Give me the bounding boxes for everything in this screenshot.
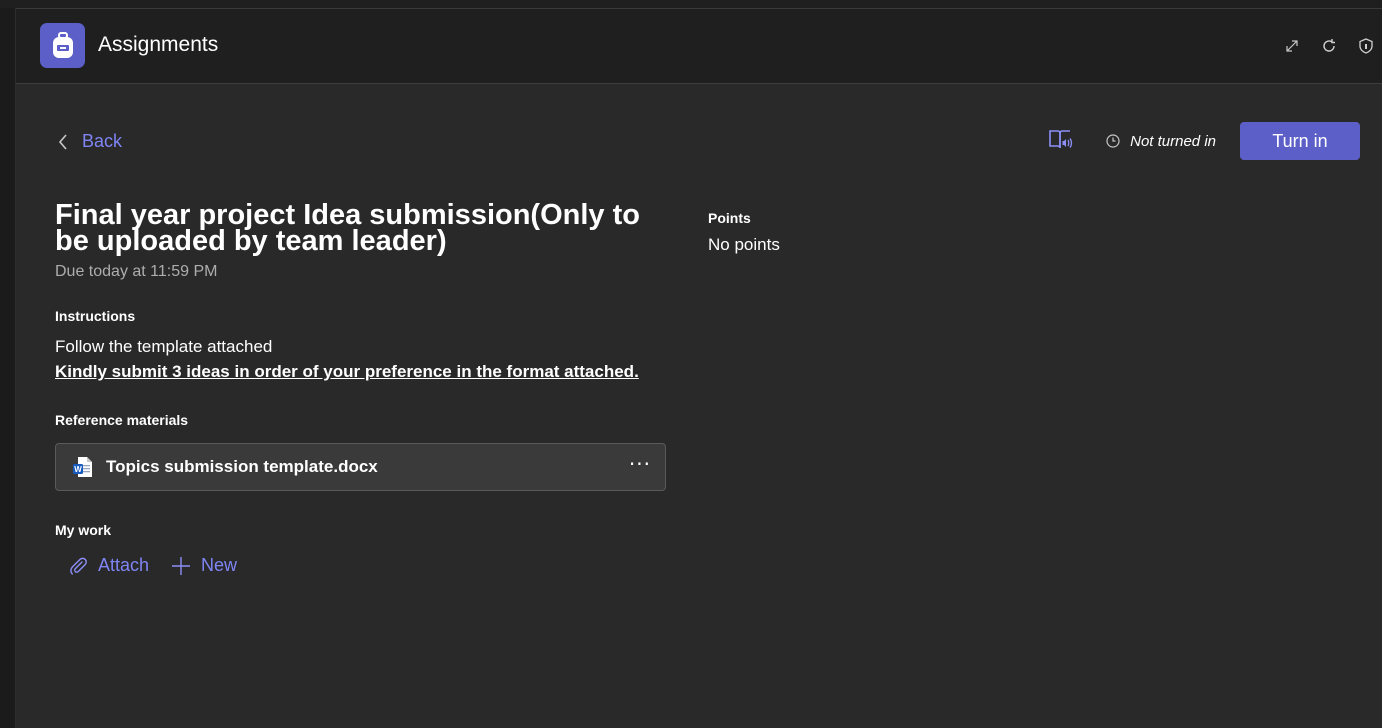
paperclip-icon bbox=[70, 557, 87, 575]
attach-label: Attach bbox=[98, 555, 150, 575]
immersive-reader-icon[interactable] bbox=[1048, 128, 1074, 154]
status-label: Not turned in bbox=[1130, 132, 1216, 150]
svg-text:W: W bbox=[74, 465, 82, 474]
turn-in-button[interactable]: Turn in bbox=[1240, 122, 1360, 160]
points-heading: Points bbox=[708, 210, 751, 226]
back-label: Back bbox=[82, 131, 123, 151]
instruction-line-emphasis: Kindly submit 3 ideas in order of your p… bbox=[55, 362, 639, 381]
new-label: New bbox=[201, 555, 238, 575]
plus-icon bbox=[172, 556, 191, 575]
app-header: Assignments bbox=[16, 9, 1382, 84]
attach-button[interactable]: Attach bbox=[68, 555, 149, 576]
my-work-heading: My work bbox=[55, 522, 112, 538]
reference-file-card[interactable]: W Topics submission template.docx ··· bbox=[55, 443, 666, 491]
assignment-title: Final year project Idea submission(Only … bbox=[55, 199, 640, 257]
clock-icon bbox=[1106, 134, 1120, 148]
reference-file-name: Topics submission template.docx bbox=[106, 457, 378, 476]
new-button[interactable]: New bbox=[171, 555, 237, 576]
reference-materials-heading: Reference materials bbox=[55, 412, 189, 428]
shield-icon[interactable] bbox=[1357, 37, 1374, 54]
my-work-actions: Attach New bbox=[68, 555, 237, 576]
due-date: Due today at 11:59 PM bbox=[55, 263, 218, 280]
left-rail bbox=[0, 8, 16, 728]
instruction-line: Follow the template attached bbox=[55, 337, 273, 356]
expand-icon[interactable] bbox=[1283, 37, 1300, 54]
back-button[interactable]: Back bbox=[58, 131, 122, 152]
chevron-left-icon bbox=[58, 133, 67, 150]
assignment-content: Back Not turned in Turn in Final year pr… bbox=[16, 84, 1382, 728]
backpack-icon bbox=[40, 23, 85, 68]
top-actions: Not turned in Turn in bbox=[1048, 122, 1360, 160]
app-toolbar bbox=[1283, 37, 1374, 54]
more-options-icon[interactable]: ··· bbox=[629, 454, 651, 474]
instructions-heading: Instructions bbox=[55, 308, 136, 324]
refresh-icon[interactable] bbox=[1320, 37, 1337, 54]
app-title: Assignments bbox=[98, 33, 219, 56]
points-value: No points bbox=[708, 235, 780, 254]
word-doc-icon: W bbox=[72, 456, 94, 478]
submission-status: Not turned in bbox=[1106, 133, 1216, 150]
window-top-strip bbox=[0, 0, 1382, 9]
